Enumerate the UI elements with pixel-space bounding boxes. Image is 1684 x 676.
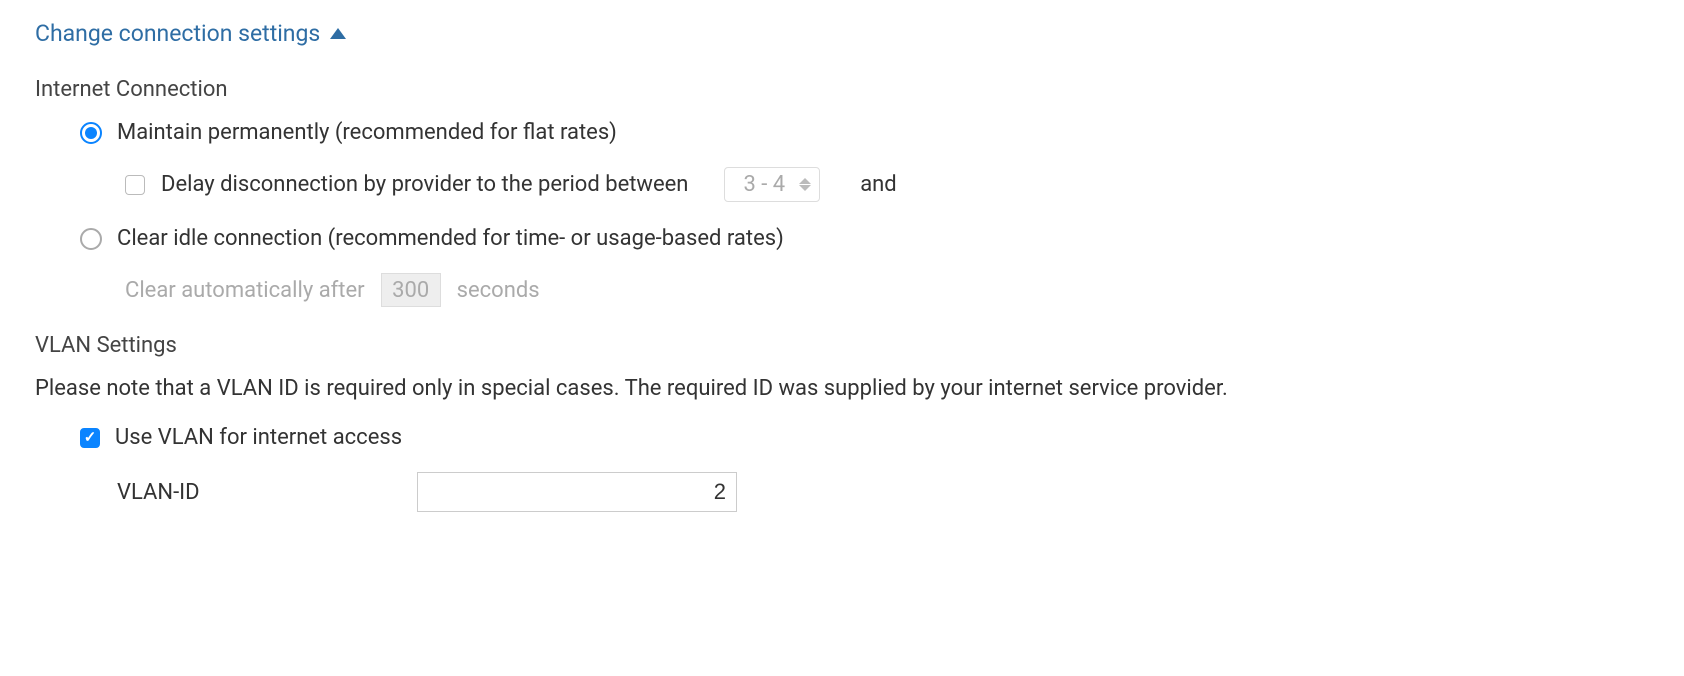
delay-disconnection-label: Delay disconnection by provider to the p… [161, 172, 688, 197]
chevron-up-icon [330, 28, 346, 39]
clear-idle-radio[interactable] [80, 228, 102, 250]
use-vlan-label: Use VLAN for internet access [115, 425, 402, 450]
change-connection-settings-toggle[interactable]: Change connection settings [35, 20, 346, 47]
maintain-permanently-row: Maintain permanently (recommended for fl… [80, 120, 1649, 145]
vlan-id-label: VLAN-ID [117, 480, 417, 505]
clear-auto-suffix: seconds [457, 278, 540, 303]
vlan-id-input[interactable] [417, 472, 737, 512]
vlan-settings-heading: VLAN Settings [35, 333, 1649, 358]
delay-disconnection-checkbox[interactable] [125, 175, 145, 195]
maintain-permanently-label: Maintain permanently (recommended for fl… [117, 120, 617, 145]
and-text: and [860, 172, 897, 197]
clear-auto-row: Clear automatically after 300 seconds [125, 273, 1649, 307]
clear-auto-prefix: Clear automatically after [125, 278, 365, 303]
use-vlan-row: Use VLAN for internet access [80, 425, 1649, 450]
clear-idle-row: Clear idle connection (recommended for t… [80, 226, 1649, 251]
delay-period-value: 3 - 4 [743, 172, 785, 197]
clear-auto-seconds-input[interactable]: 300 [381, 273, 441, 307]
delay-disconnection-row: Delay disconnection by provider to the p… [125, 167, 1649, 202]
vlan-id-row: VLAN-ID [117, 472, 1649, 512]
maintain-permanently-radio[interactable] [80, 122, 102, 144]
internet-connection-heading: Internet Connection [35, 77, 1649, 102]
vlan-note: Please note that a VLAN ID is required o… [35, 376, 1649, 401]
vlan-settings-section: VLAN Settings Please note that a VLAN ID… [35, 333, 1649, 512]
delay-period-select[interactable]: 3 - 4 [724, 167, 820, 202]
use-vlan-checkbox[interactable] [80, 428, 100, 448]
header-title: Change connection settings [35, 20, 320, 47]
clear-idle-label: Clear idle connection (recommended for t… [117, 226, 784, 251]
internet-connection-options: Maintain permanently (recommended for fl… [80, 120, 1649, 307]
stepper-icon [799, 178, 811, 191]
